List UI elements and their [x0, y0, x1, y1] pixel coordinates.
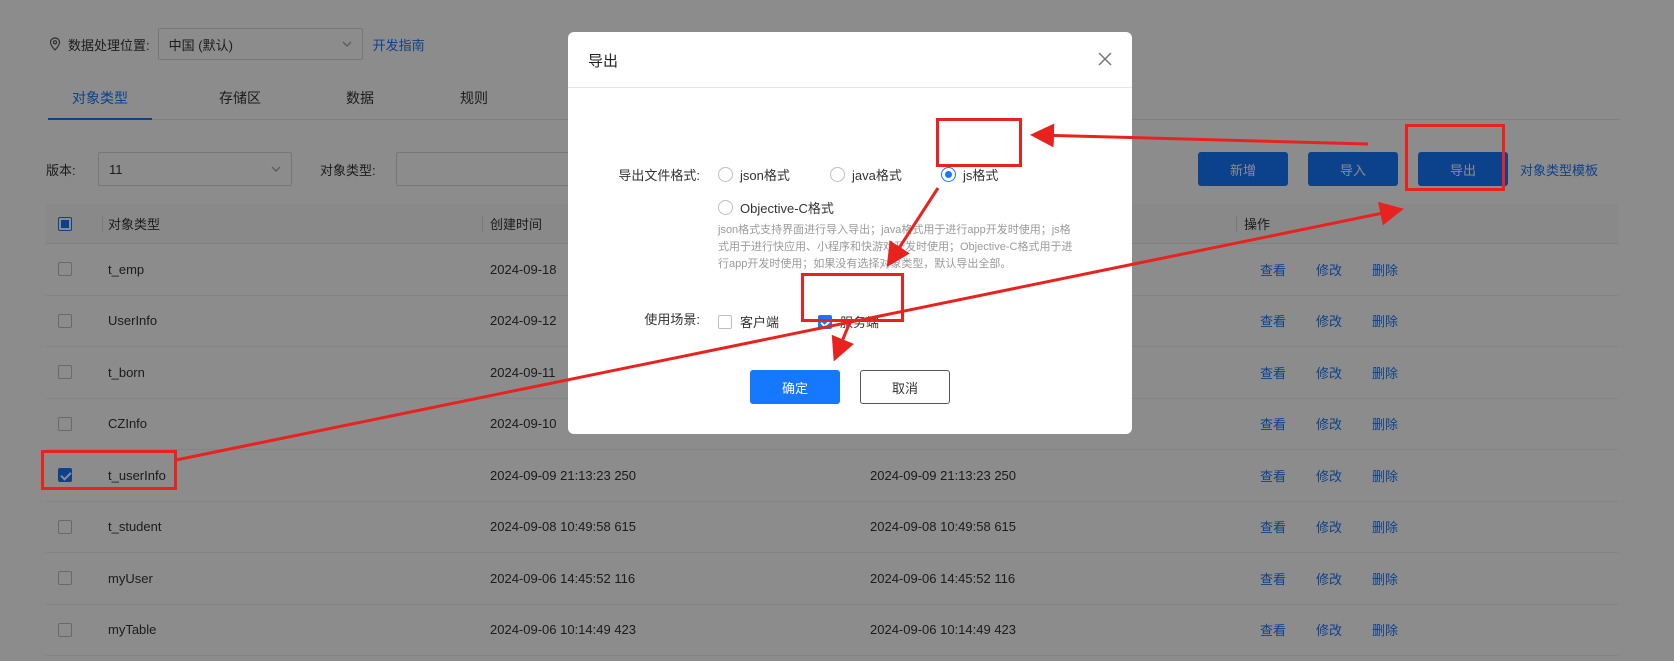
arrow-server-to-confirm — [831, 321, 854, 362]
annotation-arrows — [175, 123, 1404, 462]
arrow-export-to-js — [1030, 123, 1369, 148]
arrow-js-to-server — [886, 187, 940, 268]
arrow-row-to-export — [175, 201, 1404, 462]
